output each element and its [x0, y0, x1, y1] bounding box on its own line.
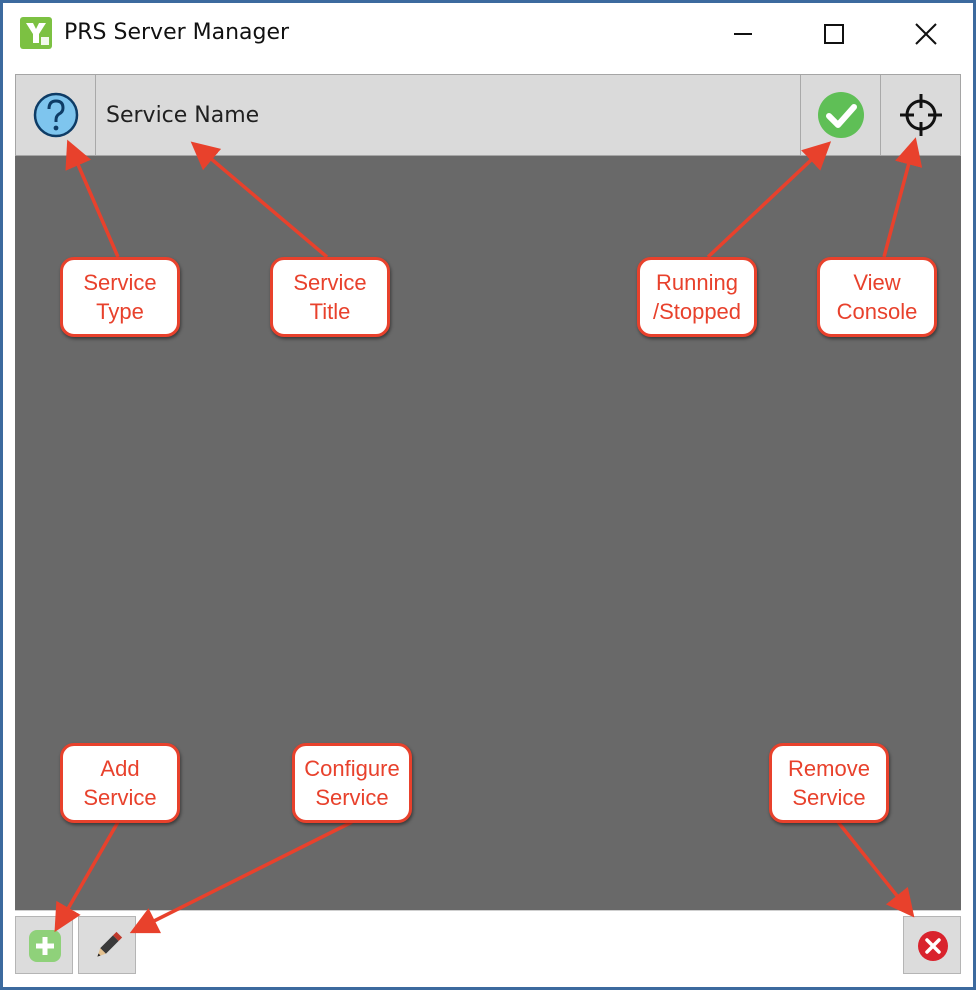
view-console-cell[interactable] [881, 75, 961, 155]
close-icon[interactable] [906, 14, 946, 54]
remove-icon [918, 931, 948, 961]
service-type-cell[interactable] [16, 75, 96, 155]
remove-service-button[interactable] [903, 916, 961, 974]
plus-icon [29, 930, 61, 962]
check-icon [818, 92, 864, 138]
callout-service-title: Service Title [270, 257, 390, 337]
callout-configure-service: Configure Service [292, 743, 412, 823]
app-logo-icon [20, 17, 52, 49]
callout-add-service: Add Service [60, 743, 180, 823]
maximize-icon[interactable] [814, 14, 854, 54]
service-name-cell[interactable]: Service Name [96, 75, 801, 155]
callout-remove-service: Remove Service [769, 743, 889, 823]
crosshair-icon [900, 94, 942, 136]
pencil-icon [97, 931, 123, 957]
help-icon [33, 92, 79, 138]
window-title: PRS Server Manager [64, 20, 290, 45]
callout-service-type: Service Type [60, 257, 180, 337]
add-service-button[interactable] [15, 916, 73, 974]
footer-toolbar [15, 910, 961, 977]
minimize-icon[interactable] [723, 14, 763, 54]
service-name-label: Service Name [106, 103, 260, 128]
service-header-row: Service Name [15, 74, 961, 156]
configure-service-button[interactable] [78, 916, 136, 974]
service-status-cell[interactable] [801, 75, 881, 155]
callout-view-console: View Console [817, 257, 937, 337]
callout-running-stopped: Running /Stopped [637, 257, 757, 337]
